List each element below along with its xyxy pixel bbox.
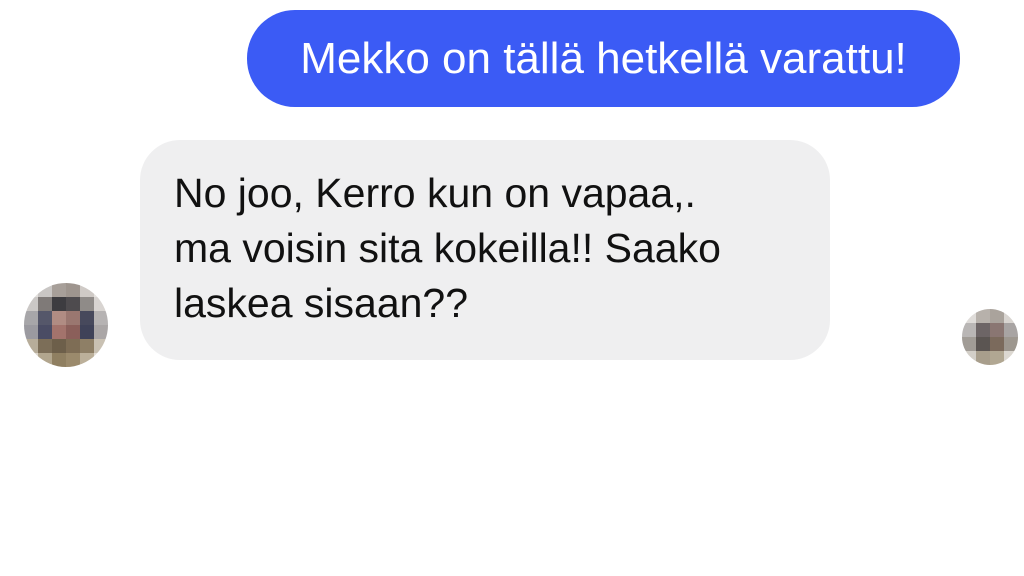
incoming-message-line: laskea sisaan?? [174, 280, 469, 326]
incoming-message-line: ma voisin sita kokeilla!! Saako [174, 225, 721, 271]
incoming-message-line: No joo, Kerro kun on vapaa,. [174, 170, 696, 216]
sender-avatar-icon[interactable] [24, 283, 108, 367]
chat-thread: Mekko on tällä hetkellä varattu! No joo,… [0, 0, 1024, 576]
incoming-message-bubble[interactable]: No joo, Kerro kun on vapaa,. ma voisin s… [140, 140, 830, 360]
read-receipt-avatar-icon [962, 309, 1018, 365]
outgoing-message-bubble[interactable]: Mekko on tällä hetkellä varattu! [247, 10, 960, 107]
